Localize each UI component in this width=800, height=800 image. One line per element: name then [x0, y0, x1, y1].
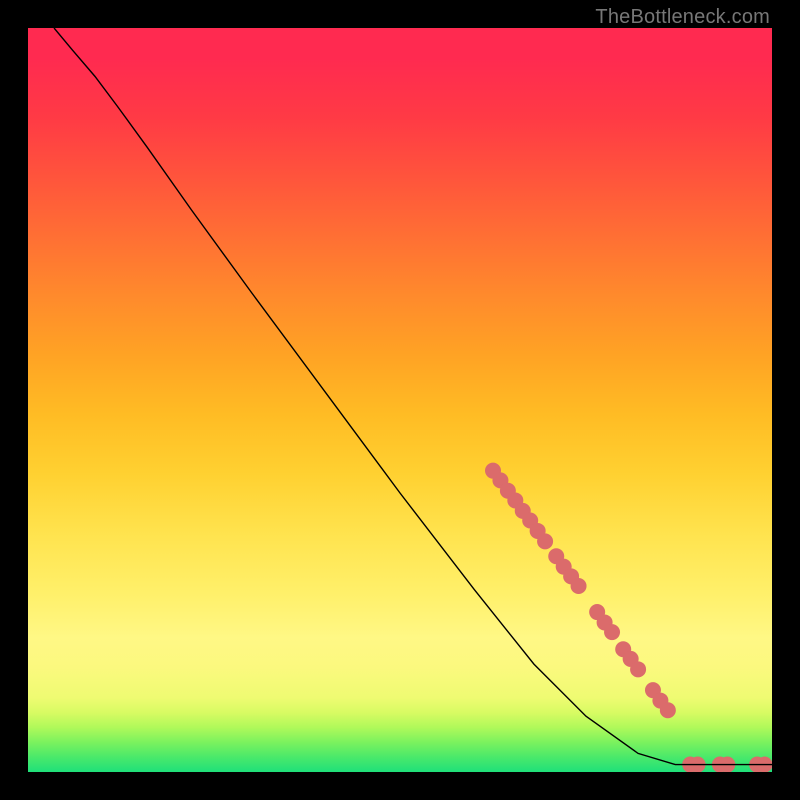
chart-background — [28, 28, 772, 772]
marker-dot — [630, 661, 646, 677]
marker-dot — [660, 702, 676, 718]
marker-dot — [537, 533, 553, 549]
watermark-text: TheBottleneck.com — [595, 6, 770, 29]
plot-area — [28, 28, 772, 772]
chart-frame: TheBottleneck.com — [0, 0, 800, 800]
marker-dot — [604, 624, 620, 640]
marker-dot — [571, 578, 587, 594]
chart-svg — [28, 28, 772, 772]
